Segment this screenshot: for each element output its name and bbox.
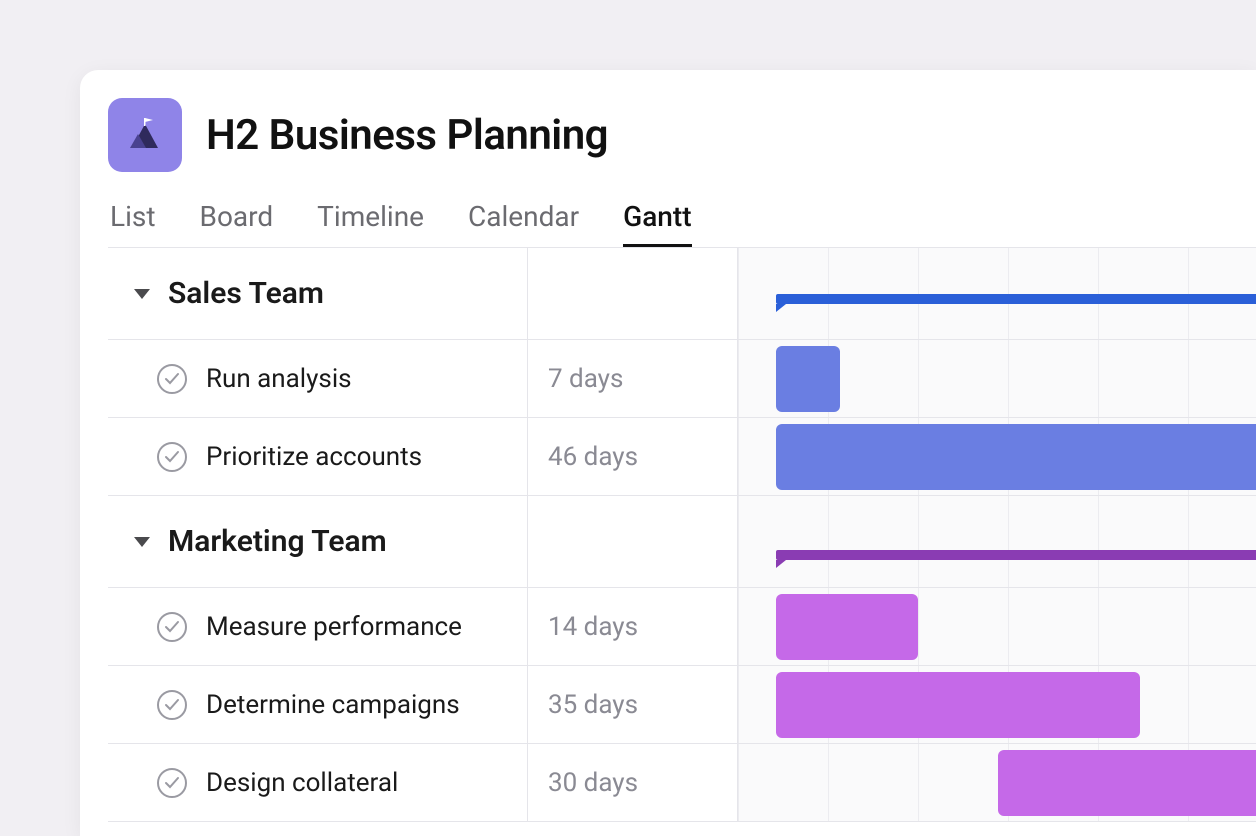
task-bar[interactable] [776,672,1140,738]
check-circle-icon[interactable] [156,363,188,395]
tab-board[interactable]: Board [200,200,274,247]
collapse-icon[interactable] [134,537,150,547]
section-gantt-cell [738,248,1256,340]
section-summary-bar[interactable] [776,550,1256,560]
check-circle-icon[interactable] [156,611,188,643]
task-name-label: Design collateral [206,768,398,798]
mountain-flag-icon [124,114,166,156]
task-duration: 14 days [548,612,638,642]
view-tabs: List Board Timeline Calendar Gantt [108,200,1256,247]
task-name-cell[interactable]: Design collateral [108,744,528,822]
task-duration: 7 days [548,364,623,394]
task-gantt-cell [738,666,1256,744]
task-bar[interactable] [998,750,1256,816]
task-duration: 30 days [548,768,638,798]
check-circle-icon[interactable] [156,689,188,721]
section-gantt-cell [738,496,1256,588]
task-name-label: Determine campaigns [206,690,460,720]
task-gantt-cell [738,340,1256,418]
task-name-cell[interactable]: Run analysis [108,340,528,418]
task-name-label: Prioritize accounts [206,442,422,472]
task-duration-cell: 7 days [528,340,738,418]
task-bar[interactable] [776,346,840,412]
task-gantt-cell [738,588,1256,666]
task-name-label: Run analysis [206,364,352,394]
section-duration-cell [528,248,738,340]
section-name-cell[interactable]: Sales Team [108,248,528,340]
check-circle-icon[interactable] [156,767,188,799]
section-name: Sales Team [168,276,324,311]
gantt-grid: Sales Team Run analysis [108,247,1256,822]
task-duration-cell: 14 days [528,588,738,666]
section-duration-cell [528,496,738,588]
section-name-cell[interactable]: Marketing Team [108,496,528,588]
task-name-cell[interactable]: Measure performance [108,588,528,666]
task-duration-cell: 46 days [528,418,738,496]
task-name-label: Measure performance [206,612,462,642]
task-duration-cell: 30 days [528,744,738,822]
task-bar[interactable] [776,594,918,660]
task-duration: 46 days [548,442,638,472]
section-summary-bar[interactable] [776,294,1256,304]
project-title: H2 Business Planning [206,111,608,160]
project-card: H2 Business Planning List Board Timeline… [80,70,1256,836]
project-icon [108,98,182,172]
tab-gantt[interactable]: Gantt [623,200,691,247]
task-duration: 35 days [548,690,638,720]
task-gantt-cell [738,418,1256,496]
check-circle-icon[interactable] [156,441,188,473]
task-duration-cell: 35 days [528,666,738,744]
tab-timeline[interactable]: Timeline [317,200,424,247]
tab-calendar[interactable]: Calendar [468,200,579,247]
task-gantt-cell [738,744,1256,822]
collapse-icon[interactable] [134,289,150,299]
task-name-cell[interactable]: Prioritize accounts [108,418,528,496]
task-name-cell[interactable]: Determine campaigns [108,666,528,744]
tab-list[interactable]: List [110,200,156,247]
task-bar[interactable] [776,424,1256,490]
project-header: H2 Business Planning [108,98,1256,172]
section-name: Marketing Team [168,524,387,559]
